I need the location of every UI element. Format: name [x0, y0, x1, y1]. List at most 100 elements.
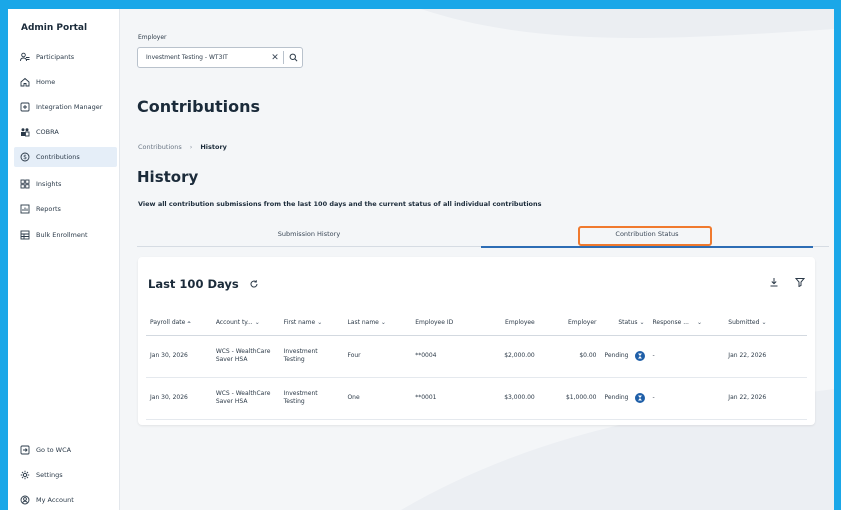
sidebar-item-label: Settings	[36, 471, 63, 479]
cell-status: Pending	[600, 335, 649, 378]
column-header-last-name[interactable]: Last name ⌄	[343, 311, 412, 336]
contributions-card: Last 100 Days Payroll date ⩡ Account ty..…	[138, 257, 815, 425]
users-icon	[20, 52, 30, 62]
column-header-employee-id: Employee ID	[411, 311, 477, 336]
sidebar-item-go-to-wca[interactable]: Go to WCA	[14, 440, 117, 460]
sidebar-item-participants[interactable]: Participants	[14, 47, 117, 67]
chevron-down-icon[interactable]: ⌄	[697, 319, 702, 326]
column-header-response[interactable]: Response ... ⌄	[648, 311, 725, 336]
sidebar-item-contributions[interactable]: $ Contributions	[14, 147, 117, 167]
tab-bar: Submission History Contribution Status	[137, 221, 829, 248]
sidebar-item-label: Home	[36, 78, 56, 86]
hourglass-icon[interactable]	[634, 351, 645, 361]
sidebar-item-insights[interactable]: Insights	[14, 174, 117, 194]
cell-first-name: Investment Testing	[279, 335, 344, 378]
sort-icon[interactable]: ⩡	[187, 319, 190, 326]
column-header-first-name[interactable]: First name ⌄	[279, 311, 344, 336]
status-text: Pending	[604, 352, 629, 359]
home-icon	[20, 77, 30, 87]
cell-employee-amount: $3,000.00	[477, 377, 539, 420]
cell-employee-amount: $2,000.00	[477, 335, 539, 378]
breadcrumb: Contributions › History	[138, 143, 227, 151]
header-label: First name	[283, 319, 316, 327]
sidebar: Admin Portal Participants Home Integrati…	[8, 9, 120, 510]
sidebar-item-settings[interactable]: Settings	[14, 465, 117, 485]
breadcrumb-current: History	[200, 143, 227, 151]
column-header-employer: Employer	[538, 311, 601, 336]
main-content: Employer Investment Testing - WT3IT ✕ Co…	[121, 9, 834, 510]
refresh-icon[interactable]	[249, 279, 260, 290]
header-label: Employer	[568, 319, 597, 327]
sidebar-item-label: Go to WCA	[36, 446, 72, 454]
page-title: Contributions	[137, 97, 261, 116]
cell-account-type: WCS - WealthCare Saver HSA	[211, 335, 280, 378]
chevron-down-icon[interactable]: ⌄	[639, 319, 644, 326]
cell-response: -	[648, 377, 725, 420]
breadcrumb-separator: ›	[189, 143, 193, 151]
table-row[interactable]: Jan 30, 2026 WCS - WealthCare Saver HSA …	[146, 335, 807, 378]
header-label: Account ty...	[215, 319, 253, 327]
search-icon[interactable]	[284, 53, 302, 62]
column-header-payroll-date[interactable]: Payroll date ⩡	[146, 311, 212, 336]
plus-square-icon	[20, 102, 30, 112]
column-header-submitted[interactable]: Submitted ⌄	[724, 311, 807, 336]
card-actions	[769, 277, 805, 287]
cell-response: -	[648, 335, 725, 378]
header-label: Submitted	[728, 319, 760, 327]
status-text: Pending	[604, 394, 629, 401]
cell-employer-amount: $1,000.00	[538, 377, 601, 420]
cell-employee-id: **0004	[411, 335, 477, 378]
sidebar-item-label: Participants	[36, 53, 75, 61]
header-label: Last name	[347, 319, 379, 327]
employer-label: Employer	[138, 34, 167, 41]
employer-select[interactable]: Investment Testing - WT3IT ✕	[137, 47, 303, 68]
hourglass-icon[interactable]	[634, 393, 645, 403]
header-label: Status	[618, 319, 638, 327]
dollar-circle-icon: $	[20, 152, 30, 162]
column-header-status[interactable]: Status ⌄	[600, 311, 649, 336]
gear-icon	[20, 470, 30, 480]
cell-account-type: WCS - WealthCare Saver HSA	[211, 377, 280, 420]
sidebar-item-reports[interactable]: Reports	[14, 199, 117, 219]
column-header-employee: Employee	[477, 311, 539, 336]
tab-submission-history[interactable]: Submission History	[137, 221, 481, 247]
cell-payroll-date: Jan 30, 2026	[146, 377, 212, 420]
card-title: Last 100 Days	[148, 277, 260, 291]
chevron-down-icon[interactable]: ⌄	[381, 319, 386, 326]
cell-submitted: Jan 22, 2026	[724, 377, 807, 420]
cell-employee-id: **0001	[411, 377, 477, 420]
sidebar-item-integration-manager[interactable]: Integration Manager	[14, 97, 117, 117]
chevron-down-icon[interactable]: ⌄	[317, 319, 322, 326]
download-icon[interactable]	[769, 277, 779, 287]
breadcrumb-parent[interactable]: Contributions	[138, 143, 182, 151]
sidebar-item-bulk-enrollment[interactable]: Bulk Enrollment	[14, 225, 117, 245]
tab-contribution-status[interactable]: Contribution Status	[481, 221, 813, 248]
filter-icon[interactable]	[795, 277, 805, 287]
section-title: History	[137, 168, 199, 186]
header-label: Payroll date	[150, 318, 186, 326]
grid-icon	[20, 179, 30, 189]
cell-last-name: One	[343, 377, 412, 420]
section-description: View all contribution submissions from t…	[138, 200, 542, 208]
portal-title: Admin Portal	[21, 23, 88, 33]
cell-employer-amount: $0.00	[538, 335, 601, 378]
cell-status: Pending	[600, 377, 649, 420]
clear-icon[interactable]: ✕	[267, 53, 283, 63]
employer-value: Investment Testing - WT3IT	[146, 54, 228, 61]
table-header-row: Payroll date ⩡ Account ty... ⌄ First name ⌄…	[146, 311, 807, 336]
sidebar-item-my-account[interactable]: My Account	[14, 490, 117, 510]
sidebar-item-cobra[interactable]: COBRA	[14, 122, 117, 142]
chevron-down-icon[interactable]: ⌄	[761, 319, 766, 326]
cell-last-name: Four	[343, 335, 412, 378]
sidebar-item-label: Reports	[36, 205, 61, 213]
sidebar-item-label: Bulk Enrollment	[36, 231, 88, 239]
sidebar-item-home[interactable]: Home	[14, 72, 117, 92]
column-header-account-type[interactable]: Account ty... ⌄	[211, 311, 280, 336]
header-label: Employee	[505, 319, 535, 327]
header-label: Response ...	[652, 319, 689, 327]
report-icon	[20, 204, 30, 214]
header-label: Employee ID	[415, 319, 454, 327]
chevron-down-icon[interactable]: ⌄	[255, 319, 260, 326]
table-icon	[20, 230, 30, 240]
table-row[interactable]: Jan 30, 2026 WCS - WealthCare Saver HSA …	[146, 377, 807, 420]
